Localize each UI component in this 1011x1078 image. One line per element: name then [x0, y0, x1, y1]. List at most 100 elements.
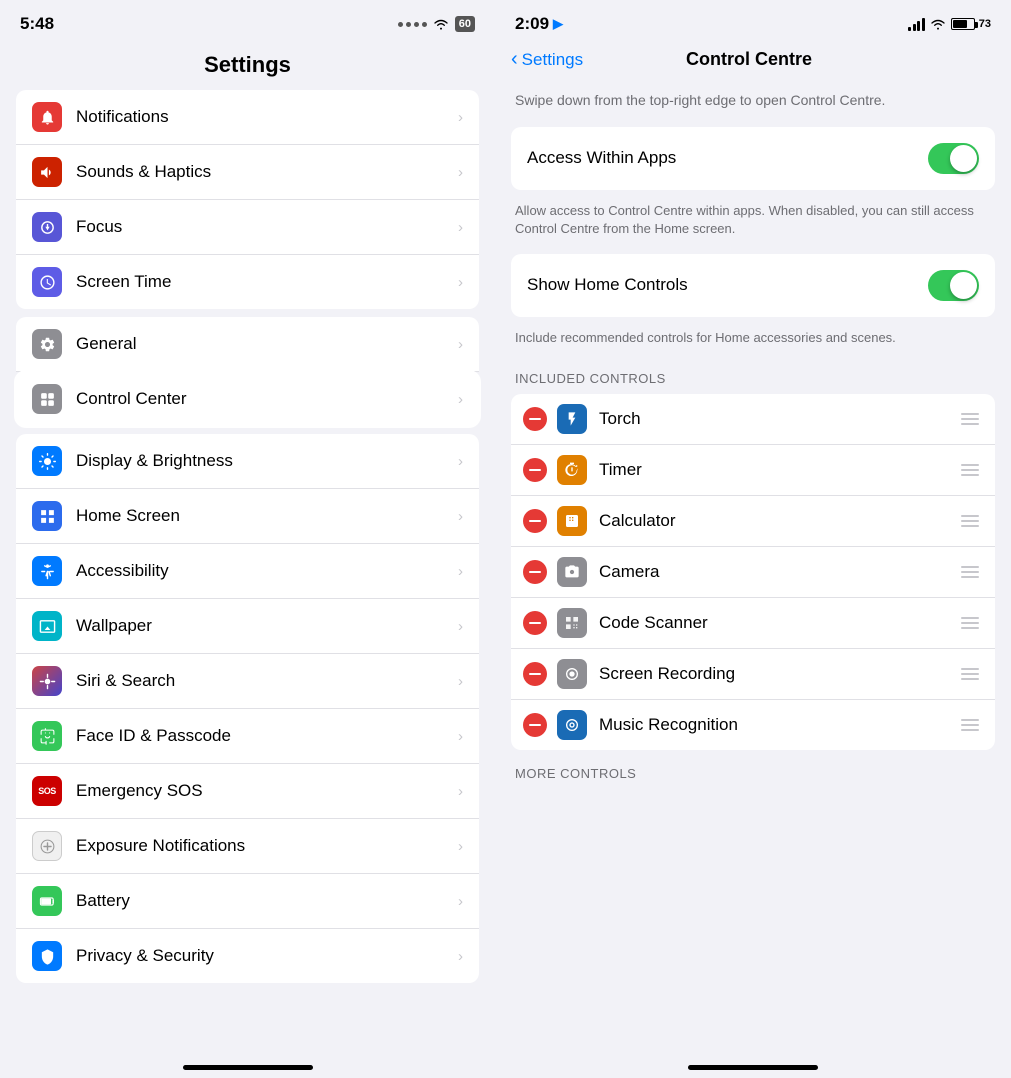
right-status-icons: 73	[908, 17, 991, 31]
control-centre-description: Swipe down from the top-right edge to op…	[511, 83, 995, 127]
torch-icon	[557, 404, 587, 434]
control-item-torch[interactable]: Torch	[511, 394, 995, 445]
back-button[interactable]: ‹ Settings	[511, 48, 583, 71]
accessibility-chevron: ›	[458, 563, 463, 580]
battery-label: Battery	[76, 891, 450, 911]
notifications-label: Notifications	[76, 107, 450, 127]
homescreen-label: Home Screen	[76, 506, 450, 526]
timer-drag-handle[interactable]	[957, 460, 983, 480]
included-controls-list: Torch Timer	[511, 394, 995, 750]
wallpaper-icon	[32, 611, 62, 641]
focus-icon	[32, 212, 62, 242]
settings-item-sos[interactable]: SOS Emergency SOS ›	[16, 764, 479, 819]
settings-item-display[interactable]: Display & Brightness ›	[16, 434, 479, 489]
faceid-label: Face ID & Passcode	[76, 726, 450, 746]
control-item-screen-recording[interactable]: Screen Recording	[511, 649, 995, 700]
status-bar-right: 2:09 ▶ 73	[495, 0, 1011, 44]
screentime-label: Screen Time	[76, 272, 450, 292]
remove-calculator-button[interactable]	[523, 509, 547, 533]
remove-timer-button[interactable]	[523, 458, 547, 482]
calculator-drag-handle[interactable]	[957, 511, 983, 531]
right-time: 2:09	[515, 14, 549, 34]
left-status-icons: 60	[398, 16, 475, 32]
music-recognition-drag-handle[interactable]	[957, 715, 983, 735]
music-recognition-label: Music Recognition	[599, 715, 957, 735]
code-scanner-drag-handle[interactable]	[957, 613, 983, 633]
settings-item-faceid[interactable]: Face ID & Passcode ›	[16, 709, 479, 764]
control-item-camera[interactable]: Camera	[511, 547, 995, 598]
remove-torch-button[interactable]	[523, 407, 547, 431]
siri-icon	[32, 666, 62, 696]
accessibility-icon	[32, 556, 62, 586]
status-bar-left: 5:48 60	[0, 0, 495, 44]
settings-item-general[interactable]: General ›	[16, 317, 479, 372]
torch-label: Torch	[599, 409, 957, 429]
camera-drag-handle[interactable]	[957, 562, 983, 582]
bar3	[917, 21, 920, 31]
control-item-code-scanner[interactable]: Code Scanner	[511, 598, 995, 649]
privacy-chevron: ›	[458, 948, 463, 965]
accessibility-label: Accessibility	[76, 561, 450, 581]
control-item-calculator[interactable]: Calculator	[511, 496, 995, 547]
show-home-controls-toggle[interactable]	[928, 270, 979, 301]
settings-item-homescreen[interactable]: Home Screen ›	[16, 489, 479, 544]
general-chevron: ›	[458, 336, 463, 353]
camera-icon	[557, 557, 587, 587]
calculator-label: Calculator	[599, 511, 957, 531]
remove-music-recognition-button[interactable]	[523, 713, 547, 737]
settings-item-battery[interactable]: Battery ›	[16, 874, 479, 929]
control-item-music-recognition[interactable]: Music Recognition	[511, 700, 995, 750]
access-within-apps-toggle[interactable]	[928, 143, 979, 174]
home-indicator-right	[688, 1065, 818, 1070]
sos-label: Emergency SOS	[76, 781, 450, 801]
faceid-icon	[32, 721, 62, 751]
wallpaper-label: Wallpaper	[76, 616, 450, 636]
settings-item-exposure[interactable]: Exposure Notifications ›	[16, 819, 479, 874]
torch-drag-handle[interactable]	[957, 409, 983, 429]
screen-recording-icon	[557, 659, 587, 689]
siri-label: Siri & Search	[76, 671, 450, 691]
nav-bar-right: ‹ Settings Control Centre	[495, 44, 1011, 83]
sounds-chevron: ›	[458, 164, 463, 181]
bar4	[922, 18, 925, 31]
general-icon	[32, 329, 62, 359]
camera-label: Camera	[599, 562, 957, 582]
remove-code-scanner-button[interactable]	[523, 611, 547, 635]
screen-recording-drag-handle[interactable]	[957, 664, 983, 684]
timer-icon	[557, 455, 587, 485]
wallpaper-chevron: ›	[458, 618, 463, 635]
settings-group3: Display & Brightness › Home Screen › Acc…	[16, 434, 479, 983]
settings-title: Settings	[204, 52, 291, 77]
display-chevron: ›	[458, 453, 463, 470]
left-time: 5:48	[20, 14, 54, 34]
control-item-timer[interactable]: Timer	[511, 445, 995, 496]
settings-item-siri[interactable]: Siri & Search ›	[16, 654, 479, 709]
show-home-controls-label: Show Home Controls	[527, 275, 688, 295]
settings-item-privacy[interactable]: Privacy & Security ›	[16, 929, 479, 983]
dot3	[414, 22, 419, 27]
settings-group1: Notifications › Sounds & Haptics › Focus…	[16, 90, 479, 309]
settings-item-notifications[interactable]: Notifications ›	[16, 90, 479, 145]
homescreen-icon	[32, 501, 62, 531]
bar1	[908, 27, 911, 31]
wifi-icon-right	[930, 18, 946, 30]
exposure-icon	[32, 831, 62, 861]
settings-item-sounds[interactable]: Sounds & Haptics ›	[16, 145, 479, 200]
general-label: General	[76, 334, 450, 354]
remove-camera-button[interactable]	[523, 560, 547, 584]
settings-item-accessibility[interactable]: Accessibility ›	[16, 544, 479, 599]
right-content: Swipe down from the top-right edge to op…	[495, 83, 1011, 1044]
show-home-controls-card: Show Home Controls	[511, 254, 995, 317]
sounds-icon	[32, 157, 62, 187]
settings-item-controlcenter[interactable]: Control Center ›	[16, 372, 479, 426]
settings-item-focus[interactable]: Focus ›	[16, 200, 479, 255]
location-icon: ▶	[553, 16, 563, 32]
controlcenter-chevron: ›	[458, 391, 463, 408]
screen-recording-label: Screen Recording	[599, 664, 957, 684]
remove-screen-recording-button[interactable]	[523, 662, 547, 686]
notifications-icon	[32, 102, 62, 132]
music-recognition-icon	[557, 710, 587, 740]
settings-item-screentime[interactable]: Screen Time ›	[16, 255, 479, 309]
dot4	[422, 22, 427, 27]
settings-item-wallpaper[interactable]: Wallpaper ›	[16, 599, 479, 654]
